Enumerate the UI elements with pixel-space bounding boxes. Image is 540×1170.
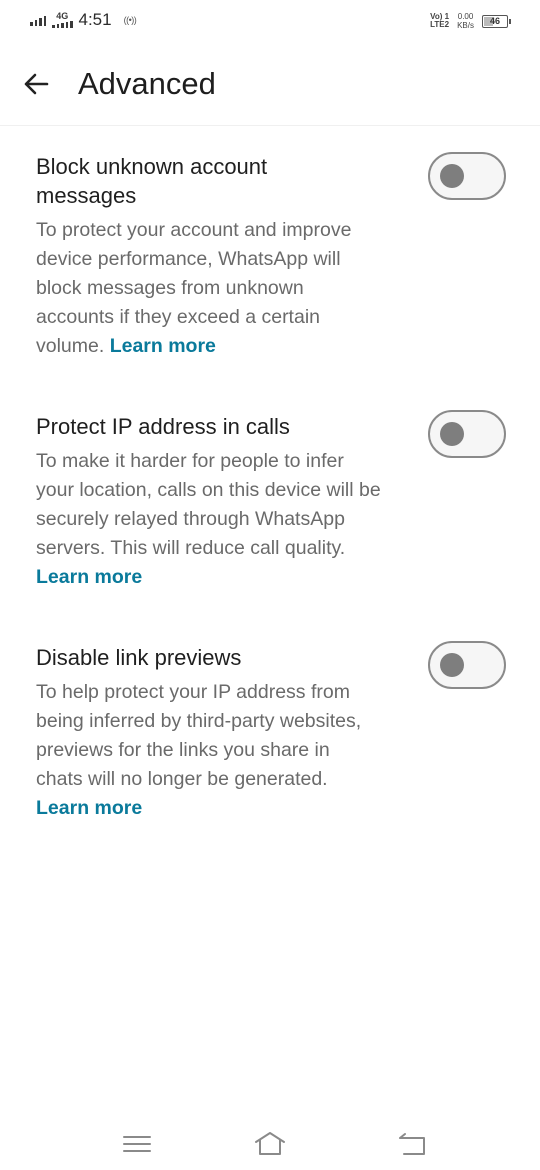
signal-icon	[30, 14, 46, 26]
status-bar: 4G 4:51 ((•)) Vo) 1 LTE2 0.00 KB/s 46	[0, 0, 540, 44]
back-icon	[399, 1133, 425, 1155]
network-speed: 0.00 KB/s	[457, 12, 474, 30]
setting-description: To help protect your IP address from bei…	[36, 678, 381, 823]
setting-protect-ip-calls[interactable]: Protect IP address in calls To make it h…	[36, 410, 506, 592]
back-nav-button[interactable]	[396, 1128, 430, 1158]
home-icon	[255, 1132, 285, 1155]
protect-ip-calls-toggle[interactable]	[428, 410, 506, 458]
setting-block-unknown-messages[interactable]: Block unknown account messages To protec…	[36, 152, 506, 361]
recents-button[interactable]	[120, 1128, 154, 1158]
status-left: 4G 4:51 ((•))	[30, 10, 137, 30]
menu-icon	[123, 1136, 151, 1152]
disable-link-previews-toggle[interactable]	[428, 641, 506, 689]
volte-indicator: Vo) 1 LTE2	[430, 13, 449, 29]
learn-more-link[interactable]: Learn more	[36, 566, 142, 588]
block-unknown-messages-toggle[interactable]	[428, 152, 506, 200]
setting-title: Block unknown account messages	[36, 154, 268, 208]
network-type: 4G	[56, 11, 69, 21]
hotspot-icon: ((•))	[123, 15, 137, 25]
page-title: Advanced	[78, 66, 216, 101]
battery-level: 46	[489, 16, 500, 26]
toggle-knob	[440, 164, 464, 188]
toggle-knob	[440, 422, 464, 446]
setting-description: To make it harder for people to infer yo…	[36, 447, 381, 592]
description-text: To help protect your IP address from bei…	[36, 681, 362, 790]
setting-description: To protect your account and improve devi…	[36, 216, 381, 361]
setting-disable-link-previews[interactable]: Disable link previews To help protect yo…	[36, 641, 506, 823]
learn-more-link[interactable]: Learn more	[110, 335, 216, 357]
signal-icon-2	[52, 21, 73, 28]
arrow-left-icon	[24, 73, 49, 95]
clock: 4:51	[78, 10, 112, 29]
setting-title: Protect IP address in calls	[36, 414, 290, 439]
learn-more-link[interactable]: Learn more	[36, 797, 142, 819]
home-button[interactable]	[253, 1128, 287, 1158]
speed-unit: KB/s	[457, 21, 474, 30]
battery-icon: 46	[482, 14, 511, 28]
setting-title: Disable link previews	[36, 645, 242, 670]
status-right: Vo) 1 LTE2 0.00 KB/s 46	[430, 12, 511, 30]
toggle-knob	[440, 653, 464, 677]
app-bar: Advanced	[0, 44, 540, 126]
lte-label: LTE2	[430, 20, 450, 29]
description-text: To make it harder for people to infer yo…	[36, 450, 381, 559]
back-button[interactable]	[22, 70, 50, 98]
system-nav-bar	[0, 1110, 540, 1170]
speed-value: 0.00	[457, 12, 474, 21]
network-indicator: 4G	[52, 12, 73, 28]
